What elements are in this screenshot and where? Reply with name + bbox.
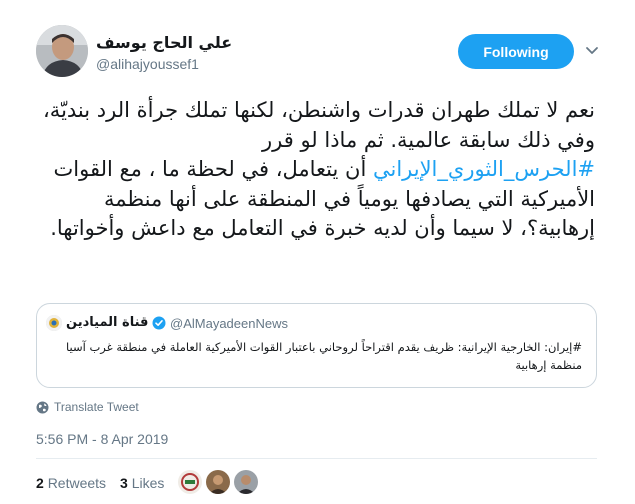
likers-avatars: [178, 470, 258, 494]
liker-avatar[interactable]: [206, 470, 230, 494]
translate-tweet-link[interactable]: Translate Tweet: [36, 400, 139, 414]
liker-avatar[interactable]: [178, 470, 202, 494]
divider: [36, 458, 597, 459]
author-name[interactable]: علي الحاج يوسف: [96, 33, 232, 52]
author-handle[interactable]: @alihajyoussef1: [96, 56, 199, 72]
quoted-author-handle: @AlMayadeenNews: [170, 316, 288, 331]
verified-badge-icon: [152, 316, 166, 330]
author-avatar[interactable]: [36, 25, 88, 77]
hashtag-link[interactable]: #الحرس_الثوري_الإيراني: [373, 157, 595, 181]
likes-stat[interactable]: 3 Likes: [120, 475, 164, 491]
liker-avatar[interactable]: [234, 470, 258, 494]
tweet-text: نعم لا تملك طهران قدرات واشنطن، لكنها تم…: [36, 96, 595, 244]
translate-label[interactable]: Translate Tweet: [54, 400, 139, 414]
likes-label: Likes: [131, 475, 165, 491]
following-button[interactable]: Following: [458, 34, 574, 69]
quoted-tweet-card[interactable]: قناة الميادين @AlMayadeenNews #إيران: ال…: [36, 303, 597, 388]
engagement-stats: 2 Retweets 3 Likes: [36, 475, 164, 491]
tweet-text-part1: نعم لا تملك طهران قدرات واشنطن، لكنها تم…: [43, 98, 595, 152]
likes-count: 3: [120, 475, 128, 491]
chevron-down-icon[interactable]: [583, 42, 601, 60]
quoted-author-avatar: [46, 315, 62, 331]
retweets-label: Retweets: [47, 475, 107, 491]
quoted-author-name: قناة الميادين: [66, 315, 149, 330]
retweets-count: 2: [36, 475, 44, 491]
retweets-stat[interactable]: 2 Retweets: [36, 475, 106, 491]
tweet-timestamp[interactable]: 5:56 PM - 8 Apr 2019: [36, 431, 168, 447]
globe-icon: [36, 401, 49, 413]
quoted-tweet-text: #إيران: الخارجية الإيرانية: ظريف يقدم اق…: [66, 340, 582, 372]
